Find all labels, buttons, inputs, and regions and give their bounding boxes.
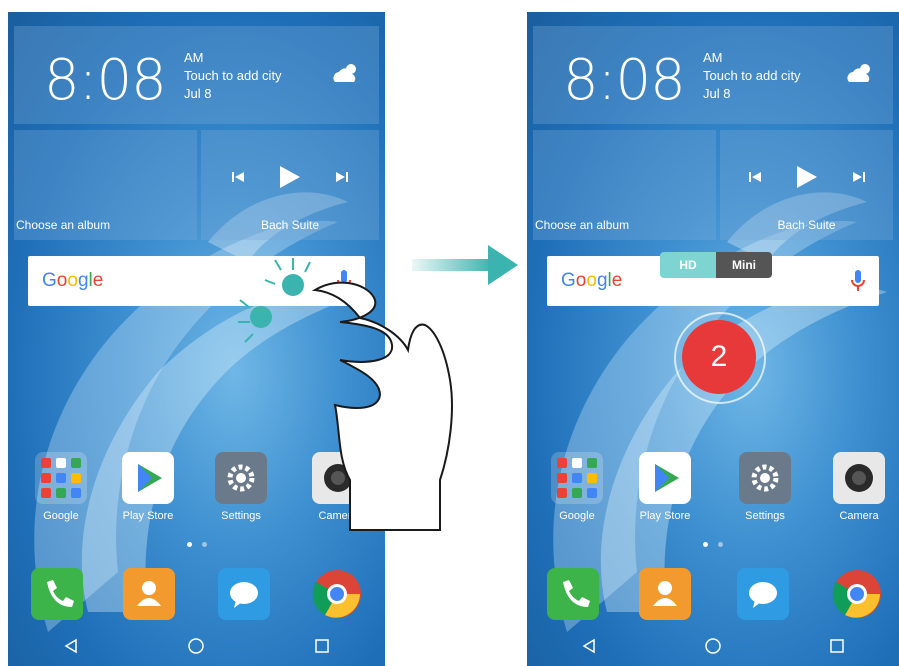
music-widget: Bach Suite: [201, 130, 379, 240]
app-label: Camera: [839, 510, 879, 522]
clock-time: 8:08: [563, 48, 686, 113]
clock-weather-widget[interactable]: 8:08 AM Touch to add city Jul 8: [14, 26, 379, 124]
next-track-icon[interactable]: [852, 171, 865, 183]
clock-ampm: AM: [184, 50, 204, 65]
recording-quality-toggle[interactable]: HD Mini: [660, 252, 772, 278]
play-store-icon: [122, 452, 174, 504]
app-camera[interactable]: Camera: [829, 452, 889, 522]
clock-time: 8:08: [44, 48, 167, 113]
messages-icon[interactable]: [218, 568, 270, 620]
gallery-widget[interactable]: Choose an album: [14, 130, 197, 240]
contacts-icon[interactable]: [639, 568, 691, 620]
app-label: Settings: [745, 510, 785, 522]
app-label: Google: [559, 510, 595, 522]
clock-weather-widget[interactable]: 8:08 AM Touch to add city Jul 8: [533, 26, 893, 124]
chrome-icon[interactable]: [311, 568, 363, 620]
mic-icon[interactable]: [851, 270, 865, 292]
home-button[interactable]: [693, 631, 733, 661]
clock-date: Jul 8: [184, 86, 212, 101]
google-logo: Google: [561, 270, 623, 291]
page-indicator: [527, 542, 899, 547]
home-button[interactable]: [176, 631, 216, 661]
mini-option[interactable]: Mini: [716, 252, 772, 278]
gallery-widget[interactable]: Choose an album: [533, 130, 716, 240]
navigation-bar: [527, 626, 899, 666]
navigation-bar: [8, 626, 385, 666]
weather-cloud-icon[interactable]: [331, 62, 361, 84]
app-label: Play Store: [639, 510, 691, 522]
phone-icon[interactable]: [547, 568, 599, 620]
google-logo: Google: [42, 270, 104, 291]
app-play-store[interactable]: Play Store: [118, 452, 178, 522]
music-widget: Bach Suite: [720, 130, 893, 240]
play-store-icon: [639, 452, 691, 504]
camera-icon: [833, 452, 885, 504]
phone-icon[interactable]: [31, 568, 83, 620]
city-prompt[interactable]: Touch to add city: [703, 68, 801, 83]
app-label: Play Store: [122, 510, 174, 522]
google-folder-icon: [35, 452, 87, 504]
google-folder-icon: [551, 452, 603, 504]
app-play-store[interactable]: Play Store: [635, 452, 695, 522]
clock-date: Jul 8: [703, 86, 731, 101]
play-icon[interactable]: [796, 166, 817, 188]
hd-option[interactable]: HD: [660, 252, 716, 278]
weather-cloud-icon[interactable]: [845, 62, 875, 84]
app-label: Google: [43, 510, 79, 522]
play-icon[interactable]: [280, 166, 300, 188]
app-google-folder[interactable]: Google: [31, 452, 91, 522]
back-button[interactable]: [569, 631, 609, 661]
app-google-folder[interactable]: Google: [547, 452, 607, 522]
next-track-icon[interactable]: [336, 171, 348, 183]
city-prompt[interactable]: Touch to add city: [184, 68, 282, 83]
recording-countdown: 2: [682, 320, 756, 394]
recents-button[interactable]: [302, 631, 342, 661]
transition-arrow-icon: [412, 245, 518, 285]
gallery-label: Choose an album: [16, 218, 111, 232]
gallery-label: Choose an album: [535, 218, 630, 232]
back-button[interactable]: [51, 631, 91, 661]
app-settings[interactable]: Settings: [735, 452, 795, 522]
music-track-label: Bach Suite: [777, 218, 836, 232]
contacts-icon[interactable]: [123, 568, 175, 620]
previous-track-icon[interactable]: [748, 171, 761, 183]
settings-gear-icon: [739, 452, 791, 504]
previous-track-icon[interactable]: [232, 171, 244, 183]
messages-icon[interactable]: [737, 568, 789, 620]
recents-button[interactable]: [817, 631, 857, 661]
phone-screen-after: 8:08 AM Touch to add city Jul 8 Choose a…: [527, 12, 899, 666]
clock-ampm: AM: [703, 50, 723, 65]
chrome-icon[interactable]: [831, 568, 883, 620]
